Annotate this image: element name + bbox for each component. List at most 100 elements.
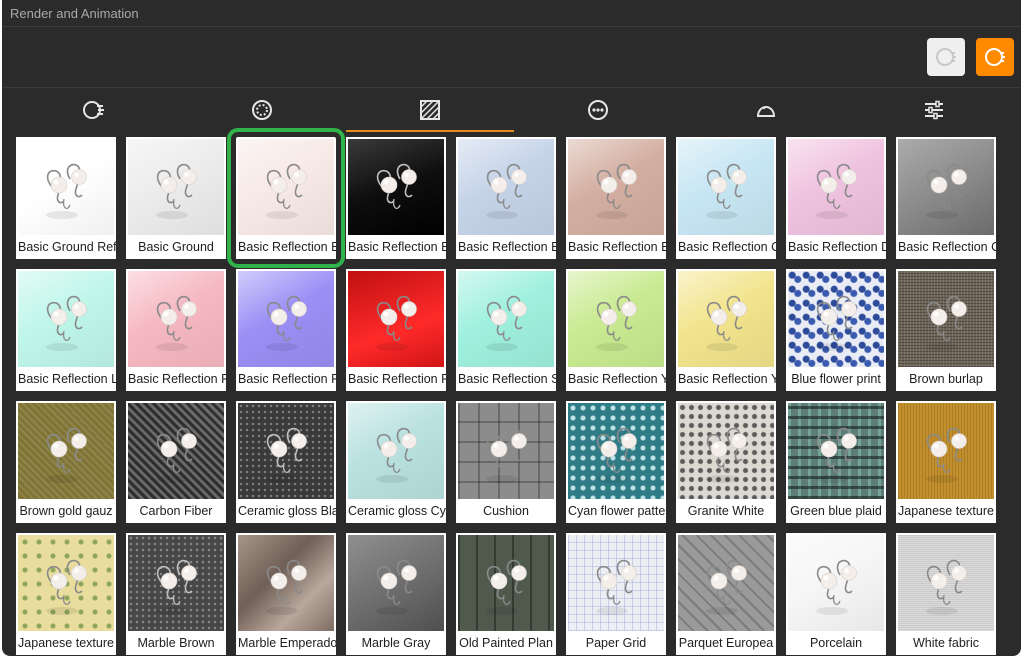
background-label: Old Painted Plan xyxy=(456,631,556,655)
background-thumbnail xyxy=(458,403,554,499)
background-tile[interactable]: Basic Reflection C xyxy=(676,137,776,259)
background-tile[interactable]: Basic Ground xyxy=(126,137,226,259)
background-tile[interactable]: Blue flower print xyxy=(786,269,886,391)
background-label: Basic Ground Ref xyxy=(16,235,116,259)
background-thumbnail xyxy=(238,535,334,631)
background-tile[interactable]: Granite White xyxy=(676,401,776,523)
background-tile[interactable]: Green blue plaid xyxy=(786,401,886,523)
background-label: Ceramic gloss Cy xyxy=(346,499,446,523)
background-tile[interactable]: Brown burlap xyxy=(896,269,996,391)
background-label: Carbon Fiber xyxy=(126,499,226,523)
background-label: Green blue plaid xyxy=(786,499,886,523)
background-tile[interactable]: Basic Reflection E xyxy=(346,137,446,259)
background-tile[interactable]: Basic Reflection D xyxy=(786,137,886,259)
background-tile[interactable]: White fabric xyxy=(896,533,996,655)
tab-render[interactable] xyxy=(10,88,178,132)
background-thumbnail xyxy=(18,535,114,631)
background-tile[interactable]: Carbon Fiber xyxy=(126,401,226,523)
background-thumbnail xyxy=(348,139,444,235)
background-label: Granite White xyxy=(676,499,776,523)
background-thumbnail xyxy=(898,535,994,631)
background-label: Basic Reflection Y xyxy=(566,367,666,391)
background-tile[interactable]: Japanese texture xyxy=(16,533,116,655)
background-thumbnail xyxy=(678,271,774,367)
background-tile[interactable]: Old Painted Plan xyxy=(456,533,556,655)
background-label: Basic Reflection C xyxy=(676,235,776,259)
background-label: Blue flower print xyxy=(786,367,886,391)
background-label: Brown burlap xyxy=(896,367,996,391)
hatch-pattern-icon xyxy=(420,100,440,120)
background-tile[interactable]: Brown gold gauz xyxy=(16,401,116,523)
window-title: Render and Animation xyxy=(2,0,1021,27)
background-thumbnail xyxy=(128,139,224,235)
background-tile[interactable]: Basic Reflection E xyxy=(456,137,556,259)
background-tile[interactable]: Basic Reflection Y xyxy=(676,269,776,391)
background-tile[interactable]: Basic Reflection L xyxy=(16,269,116,391)
background-tile[interactable]: Basic Reflection E xyxy=(566,137,666,259)
background-label: Japanese texture xyxy=(16,631,116,655)
background-tile[interactable]: Ceramic gloss Bla xyxy=(236,401,336,523)
top-toolbar xyxy=(2,27,1021,88)
background-label: Ceramic gloss Bla xyxy=(236,499,336,523)
background-thumbnail xyxy=(128,403,224,499)
background-tile[interactable]: Marble Emperado xyxy=(236,533,336,655)
background-label: Basic Reflection E xyxy=(566,235,666,259)
background-tile[interactable]: Porcelain xyxy=(786,533,886,655)
background-tile[interactable]: Basic Reflection C xyxy=(896,137,996,259)
tab-environment[interactable] xyxy=(178,88,346,132)
background-tile[interactable]: Basic Reflection F xyxy=(346,269,446,391)
pearl-earrings-icon xyxy=(706,295,747,351)
background-tile[interactable]: Cushion xyxy=(456,401,556,523)
background-thumbnail xyxy=(678,403,774,499)
background-tile[interactable]: Paper Grid xyxy=(566,533,666,655)
pearl-earrings-icon xyxy=(596,295,637,351)
pearl-earrings-icon xyxy=(156,559,197,615)
background-tile[interactable]: Basic Reflection E xyxy=(227,128,345,268)
background-label: Basic Ground xyxy=(126,235,226,259)
background-thumbnail xyxy=(788,535,884,631)
pearl-earrings-icon xyxy=(816,559,857,615)
sliders-icon xyxy=(925,100,943,120)
background-tile[interactable]: Japanese texture xyxy=(896,401,996,523)
background-label: Cushion xyxy=(456,499,556,523)
pearl-earrings-icon xyxy=(376,163,417,219)
background-thumbnail xyxy=(568,535,664,631)
background-tile[interactable]: Cyan flower patte xyxy=(566,401,666,523)
pearl-earrings-icon xyxy=(706,163,747,219)
background-tile[interactable]: Parquet Europea xyxy=(676,533,776,655)
background-thumbnail xyxy=(18,271,114,367)
pearl-earrings-icon xyxy=(156,427,197,483)
render-button[interactable] xyxy=(976,38,1014,76)
background-tile[interactable]: Basic Reflection F xyxy=(236,269,336,391)
pearl-earrings-icon xyxy=(816,163,857,219)
pearl-earrings-icon xyxy=(486,163,527,219)
background-tile[interactable]: Marble Brown xyxy=(126,533,226,655)
pearl-earrings-icon xyxy=(596,559,637,615)
background-tile[interactable]: Basic Reflection S xyxy=(456,269,556,391)
tab-lighting[interactable] xyxy=(682,88,850,132)
background-thumbnail xyxy=(788,139,884,235)
tab-bar xyxy=(2,88,1021,132)
background-label: Basic Reflection F xyxy=(346,367,446,391)
background-tile[interactable]: Ceramic gloss Cy xyxy=(346,401,446,523)
tab-more[interactable] xyxy=(514,88,682,132)
background-label: Cyan flower patte xyxy=(566,499,666,523)
pearl-earrings-icon xyxy=(156,163,197,219)
pearl-earrings-icon xyxy=(266,295,307,351)
pearl-earrings-icon xyxy=(266,559,307,615)
background-thumbnail xyxy=(678,535,774,631)
background-tile[interactable]: Basic Ground Ref xyxy=(16,137,116,259)
background-label: Brown gold gauz xyxy=(16,499,116,523)
render-preview-button[interactable] xyxy=(927,38,965,76)
background-thumbnail xyxy=(568,139,664,235)
background-tile[interactable]: Basic Reflection F xyxy=(126,269,226,391)
pearl-earrings-icon xyxy=(46,559,87,615)
pearl-earrings-icon xyxy=(46,163,87,219)
ring-icon xyxy=(252,100,272,120)
background-tile[interactable]: Marble Gray xyxy=(346,533,446,655)
background-label: Marble Brown xyxy=(126,631,226,655)
tab-settings[interactable] xyxy=(850,88,1018,132)
background-label: Porcelain xyxy=(786,631,886,655)
background-tile[interactable]: Basic Reflection Y xyxy=(566,269,666,391)
tab-backgrounds[interactable] xyxy=(346,88,514,132)
